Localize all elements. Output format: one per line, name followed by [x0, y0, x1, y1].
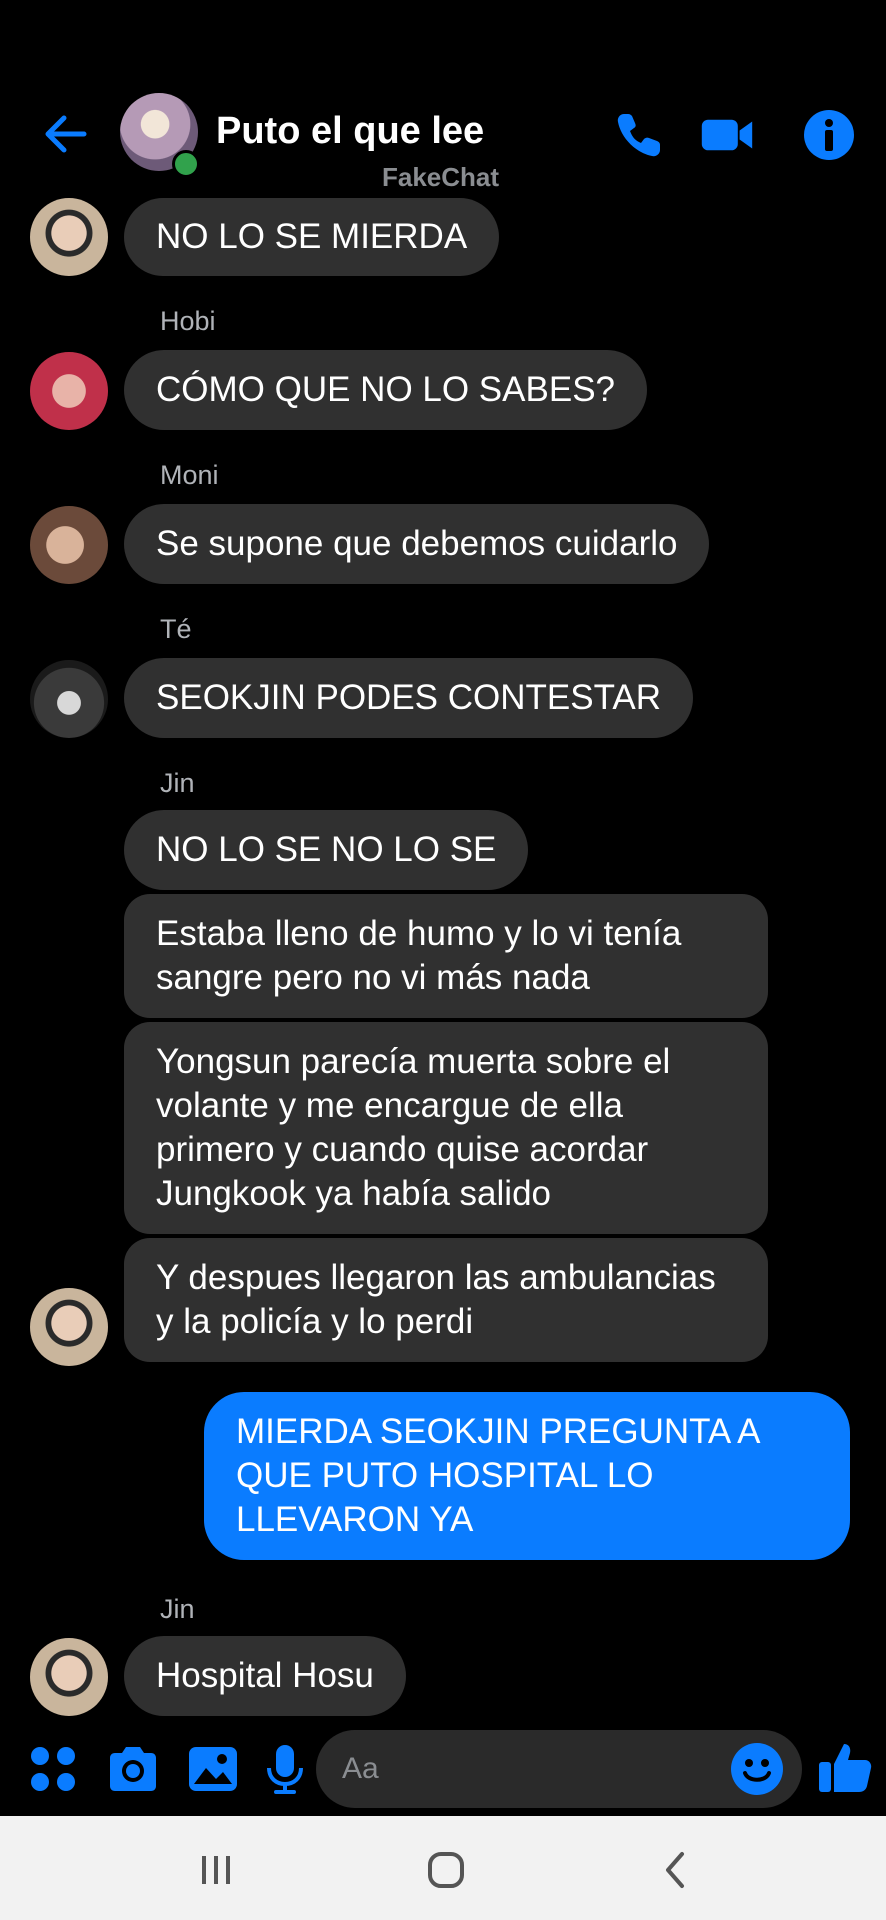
message-bubble[interactable]: NO LO SE MIERDA [124, 198, 500, 276]
sender-name: Hobi [160, 306, 216, 336]
message-bubble[interactable]: NO LO SE NO LO SE [124, 810, 529, 890]
sender-name: Jin [160, 1594, 195, 1624]
avatar-jin[interactable] [30, 198, 108, 276]
avatar-moni[interactable] [30, 506, 108, 584]
my-message-bubble[interactable]: MIERDA SEOKJIN PREGUNTA A QUE PUTO HOSPI… [204, 1392, 850, 1560]
sender-name: Jin [160, 768, 195, 798]
message-bubble[interactable]: Estaba lleno de humo y lo vi tenía sangr… [124, 894, 768, 1018]
back-nav-icon[interactable] [654, 1848, 698, 1892]
message-bubble[interactable]: Y despues llegaron las ambulancias y la … [124, 1238, 768, 1362]
sender-name: Té [160, 614, 192, 644]
avatar-jin[interactable] [30, 1288, 108, 1366]
watermark: FakeChat [382, 162, 500, 192]
arrow-left-icon[interactable] [40, 108, 92, 160]
recent-apps-icon[interactable] [194, 1848, 238, 1892]
avatar-jin[interactable] [30, 1638, 108, 1716]
android-navigation-bar [0, 1816, 886, 1920]
message-bubble[interactable]: Yongsun parecía muerta sobre el volante … [124, 1022, 768, 1234]
chat-title[interactable]: Puto el que lee [216, 110, 484, 153]
microphone-icon[interactable] [258, 1742, 312, 1796]
avatar-te[interactable] [30, 660, 108, 738]
avatar-hobi[interactable] [30, 352, 108, 430]
smiley-icon[interactable] [730, 1742, 784, 1796]
message-input[interactable]: Aa [316, 1730, 802, 1808]
message-bubble[interactable]: Se supone que debemos cuidarlo [124, 504, 710, 584]
phone-icon[interactable] [612, 108, 666, 162]
online-indicator [172, 150, 200, 178]
home-icon[interactable] [424, 1848, 468, 1892]
thumbs-up-icon[interactable] [816, 1738, 874, 1796]
video-camera-icon[interactable] [700, 108, 754, 162]
image-icon[interactable] [186, 1742, 240, 1796]
message-bubble[interactable]: CÓMO QUE NO LO SABES? [124, 350, 647, 430]
message-bubble[interactable]: Hospital Hosu [124, 1636, 406, 1716]
composer-bar: Aa [0, 1730, 886, 1810]
input-placeholder: Aa [342, 1752, 379, 1785]
grid-dots-icon[interactable] [26, 1742, 80, 1796]
sender-name: Moni [160, 460, 219, 490]
info-icon[interactable] [802, 108, 856, 162]
camera-icon[interactable] [106, 1742, 160, 1796]
chat-header: Puto el que lee FakeChat [0, 0, 886, 200]
message-bubble[interactable]: SEOKJIN PODES CONTESTAR [124, 658, 693, 738]
